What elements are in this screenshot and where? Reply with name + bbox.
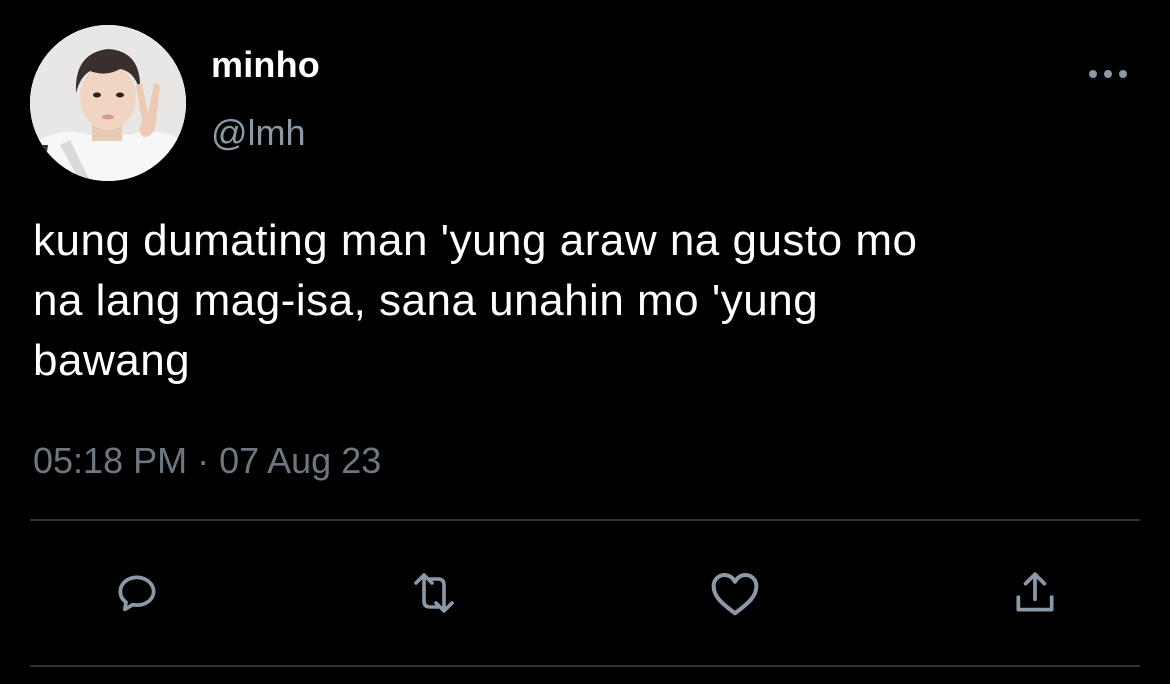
- tweet-card: minho @lmh kung dumating man 'yung araw …: [0, 0, 1170, 684]
- share-icon: [1016, 572, 1054, 612]
- tweet-timestamp[interactable]: 05:18 PM · 07 Aug 23: [33, 440, 381, 482]
- more-options-button[interactable]: [1082, 56, 1134, 92]
- reply-icon: [118, 575, 156, 612]
- divider: [30, 519, 1140, 521]
- retweet-icon: [414, 573, 454, 613]
- reply-button[interactable]: [107, 563, 167, 623]
- retweet-button[interactable]: [404, 563, 464, 623]
- heart-icon: [711, 572, 759, 616]
- display-name[interactable]: minho: [211, 44, 320, 86]
- more-horizontal-icon: [1089, 70, 1127, 78]
- avatar[interactable]: [30, 25, 186, 181]
- divider-bottom: [30, 665, 1140, 667]
- share-button[interactable]: [1005, 563, 1065, 623]
- tweet-text: kung dumating man 'yung araw na gusto mo…: [33, 216, 918, 385]
- avatar-image: [30, 25, 186, 181]
- user-handle[interactable]: @lmh: [211, 112, 306, 154]
- like-button[interactable]: [705, 563, 765, 623]
